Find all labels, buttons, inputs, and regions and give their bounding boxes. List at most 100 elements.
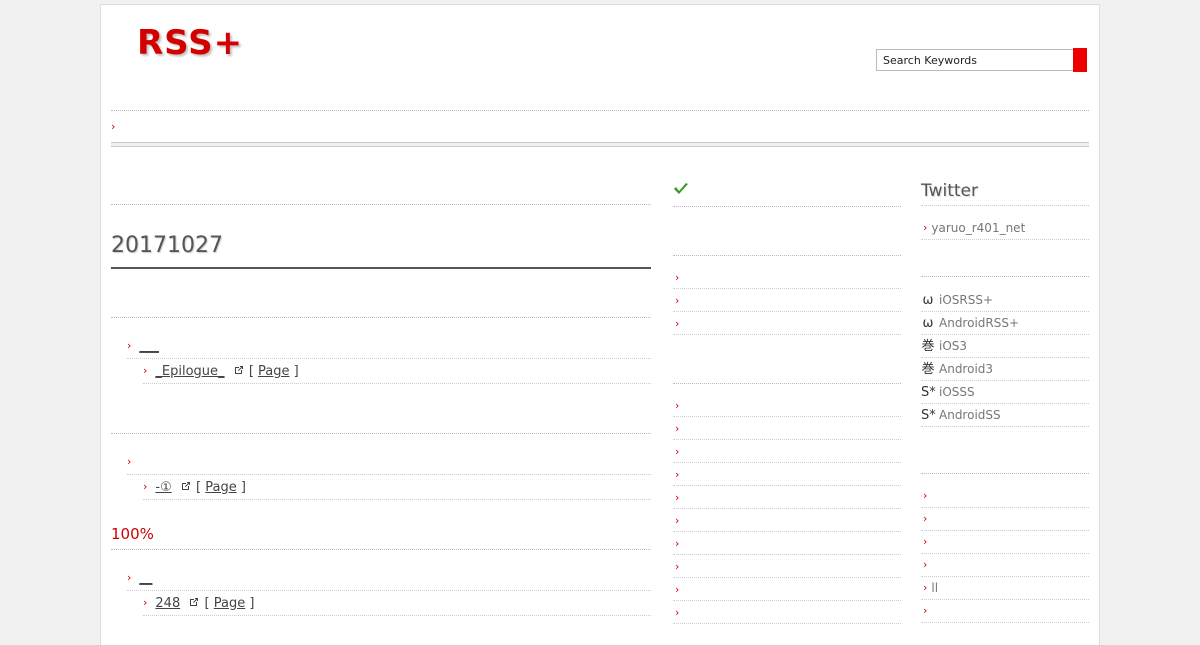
app-link-item[interactable]: ω AndroidRSS+ [921,312,1089,335]
article-title-row[interactable]: › __ [127,567,651,591]
app-link[interactable]: AndroidSS [939,408,1001,422]
external-link-icon[interactable] [180,480,192,492]
chevron-right-icon: › [675,317,680,330]
chevron-right-icon: › [675,399,680,412]
chevron-right-icon: › [923,535,928,548]
chevron-right-icon: › [675,491,680,504]
section-divider [673,255,901,256]
chevron-right-icon: › [127,571,132,584]
chevron-right-icon: › [675,468,680,481]
section-divider [111,433,651,434]
page-bracket-close: ] [293,364,299,379]
list-item[interactable]: › [673,532,901,555]
app-link-item[interactable]: ω iOSRSS+ [921,289,1089,312]
page-link[interactable]: Page [205,480,236,495]
app-link-item[interactable]: S* iOSSS [921,381,1089,404]
article-sub-link[interactable]: _Epilogue_ [155,364,224,379]
list-item[interactable]: › [673,417,901,440]
twitter-account-item[interactable]: › yaruo_r401_net [921,217,1089,240]
chevron-right-icon: › [923,512,928,525]
app-link-item[interactable]: S* AndroidSS [921,404,1089,427]
article-link[interactable]: __ [139,571,152,586]
article-sub-row: › 248 [ Page ] [143,592,651,616]
list-item[interactable]: › [673,601,901,624]
article-sub-link[interactable]: 248 [155,596,180,611]
ss-star-icon: S* [921,385,936,400]
chevron-right-icon: › [111,120,116,133]
chevron-right-icon: › [675,583,680,596]
page-bracket-open: [ [204,596,210,611]
chevron-right-icon: › [923,581,928,594]
sidebar-link-item[interactable]: › [921,485,1089,508]
search-input[interactable] [876,49,1077,71]
list-item[interactable]: › [673,509,901,532]
external-link-icon[interactable] [188,596,200,608]
chevron-right-icon: › [923,558,928,571]
article-sub-row: › -① [ Page ] [143,476,651,500]
site-logo[interactable]: RSS+ [137,23,243,63]
list-item[interactable]: › [673,312,901,335]
list-item[interactable]: › [673,555,901,578]
chevron-right-icon: › [143,596,148,609]
app-link[interactable]: AndroidRSS+ [939,316,1019,330]
chevron-right-icon: › [127,339,132,352]
sidebar-link-item[interactable]: › [921,600,1089,623]
article-link[interactable]: ___ [139,339,159,354]
chevron-right-icon: › [923,221,928,234]
breadcrumb-bar: › [111,110,1089,141]
page-link[interactable]: Page [258,364,289,379]
chevron-right-icon: › [675,514,680,527]
app-link[interactable]: iOS3 [939,339,967,353]
chevron-right-icon: › [675,422,680,435]
chevron-right-icon: › [923,604,928,617]
omega-icon: ω [922,293,934,308]
external-link-icon[interactable] [233,364,245,376]
chevron-right-icon: › [675,560,680,573]
article-category-heading: 100% [111,525,154,543]
section-divider [921,276,1089,277]
search-button[interactable] [1073,48,1087,72]
page-bracket-close: ] [240,480,246,495]
page-link[interactable]: Page [214,596,245,611]
section-divider [111,204,651,205]
sidebar-link-item[interactable]: › [921,554,1089,577]
twitter-section-title: Twitter [921,181,1089,206]
list-item[interactable]: › [673,578,901,601]
section-divider [111,549,651,550]
article-title-row[interactable]: › ___ [127,335,651,359]
section-divider [673,206,901,207]
list-item[interactable]: › [673,394,901,417]
chevron-right-icon: › [675,445,680,458]
chevron-right-icon: › [675,271,680,284]
article-title-row[interactable]: › [127,451,651,475]
app-link-item[interactable]: 巻 Android3 [921,358,1089,381]
sidebar-link[interactable]: ll [931,581,938,595]
sidebar-link-item[interactable]: › [921,508,1089,531]
article-sub-row: › _Epilogue_ [ Page ] [143,360,651,384]
scroll-kanji-icon: 巻 [921,339,935,354]
app-link-item[interactable]: 巻 iOS3 [921,335,1089,358]
chevron-right-icon: › [923,489,928,502]
list-item[interactable]: › [673,486,901,509]
chevron-right-icon: › [675,537,680,550]
app-link[interactable]: Android3 [939,362,993,376]
twitter-account-link[interactable]: yaruo_r401_net [931,221,1025,235]
article-sub-link[interactable]: -① [155,480,171,495]
sidebar-link-item[interactable]: › [921,531,1089,554]
list-item[interactable]: › [673,266,901,289]
app-link[interactable]: iOSSS [939,385,975,399]
list-item[interactable]: › [673,440,901,463]
list-item[interactable]: › [673,463,901,486]
checkmark-icon [674,183,688,194]
sidebar-link-item[interactable]: › ll [921,577,1089,600]
section-divider [673,383,901,384]
chevron-right-icon: › [675,294,680,307]
page-container: RSS+ › 20171027 › ___ › _Epilogue_ [ Page … [100,4,1100,645]
header-divider [111,142,1089,147]
omega-icon: ω [922,316,934,331]
date-heading: 20171027 [111,233,651,269]
chevron-right-icon: › [675,606,680,619]
app-link[interactable]: iOSRSS+ [939,293,993,307]
list-item[interactable]: › [673,289,901,312]
chevron-right-icon: › [127,455,132,468]
